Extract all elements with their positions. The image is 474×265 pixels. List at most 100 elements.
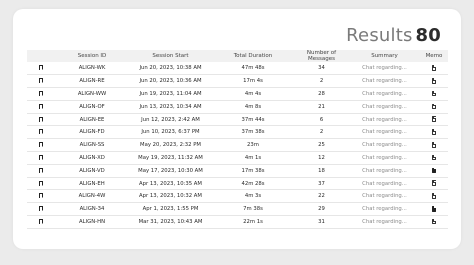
bookmark-icon[interactable] — [39, 180, 44, 187]
number-of-messages-cell: 12 — [318, 154, 325, 161]
bookmark-icon[interactable] — [39, 103, 44, 110]
memo-cell[interactable] — [420, 164, 448, 177]
table-row[interactable]: ALIGN-OF Jun 13, 2023, 10:34 AM 4m 8s 21 Cha… — [27, 100, 448, 114]
bookmark-cell[interactable] — [27, 126, 55, 139]
memo-cell[interactable] — [420, 75, 448, 88]
bookmark-icon[interactable] — [39, 154, 44, 161]
summary-cell[interactable]: Chat regarding... — [349, 113, 420, 126]
bookmark-cell[interactable] — [27, 164, 55, 177]
memo-cell[interactable] — [420, 126, 448, 139]
memo-cell[interactable] — [420, 100, 448, 113]
bookmark-icon[interactable] — [39, 116, 44, 123]
table-row[interactable]: ALIGN-EE Jun 12, 2023, 2:42 AM 37m 44s 6 Cha… — [27, 113, 448, 126]
memo-cell[interactable] — [420, 152, 448, 165]
total-duration-cell: 4m 4s — [244, 90, 262, 97]
summary-cell[interactable]: Chat regarding... — [349, 139, 420, 152]
summary-cell[interactable]: Chat regarding... — [349, 75, 420, 88]
bookmark-cell[interactable] — [27, 203, 55, 216]
header-number-of-messages[interactable]: Number of Messages — [294, 50, 349, 62]
bookmark-icon[interactable] — [39, 142, 44, 149]
number-of-messages-cell: 22 — [318, 193, 325, 200]
document-outline-icon[interactable] — [431, 218, 437, 225]
document-outline-icon[interactable] — [431, 180, 437, 186]
summary-cell[interactable]: Chat regarding... — [349, 100, 420, 113]
session-start-cell: May 17, 2023, 10:30 AM — [138, 167, 203, 174]
bookmark-icon[interactable] — [39, 206, 44, 213]
header-session-id[interactable]: Session ID — [55, 50, 129, 62]
bookmark-cell[interactable] — [27, 190, 55, 203]
table-row[interactable]: ALIGN-4W Apr 13, 2023, 10:32 AM 4m 3s 22 Cha… — [27, 190, 448, 203]
memo-cell[interactable] — [420, 203, 448, 216]
header-memo: Memo — [425, 53, 443, 59]
table-row[interactable]: ALIGN-RE Jun 20, 2023, 10:36 AM 17m 4s 2 Cha… — [27, 75, 448, 88]
table-row[interactable]: ALIGN-EH Apr 13, 2023, 10:35 AM 42m 28s 37 C… — [27, 177, 448, 190]
header-session-start[interactable]: Session Start — [129, 50, 212, 62]
bookmark-icon[interactable] — [39, 65, 44, 72]
memo-cell[interactable] — [420, 88, 448, 101]
total-duration-cell: 7m 38s — [243, 206, 263, 213]
number-of-messages-cell: 34 — [318, 65, 325, 72]
memo-cell[interactable] — [420, 190, 448, 203]
header-total-duration[interactable]: Total Duration — [212, 50, 294, 62]
memo-cell[interactable] — [420, 216, 448, 229]
session-id-cell: ALIGN-34 — [79, 206, 105, 213]
bookmark-cell[interactable] — [27, 75, 55, 88]
bookmark-cell[interactable] — [27, 113, 55, 126]
summary-cell[interactable]: Chat regarding... — [349, 164, 420, 177]
bookmark-icon[interactable] — [39, 167, 44, 174]
total-duration-cell: 37m 38s — [241, 129, 265, 136]
bookmark-cell[interactable] — [27, 216, 55, 229]
table-row[interactable]: ALIGN-34 Apr 1, 2023, 1:55 PM 7m 38s 29 Chat… — [27, 203, 448, 216]
bookmark-cell[interactable] — [27, 88, 55, 101]
document-filled-icon[interactable] — [431, 167, 437, 174]
session-id-cell: ALIGN-4W — [78, 193, 106, 200]
total-duration-cell: 4m 1s — [244, 154, 262, 161]
table-row[interactable]: ALIGN-FD Jun 10, 2023, 6:37 PM 37m 38s 2 Cha… — [27, 126, 448, 139]
document-outline-icon[interactable] — [431, 129, 437, 135]
number-of-messages-cell: 25 — [318, 142, 325, 149]
memo-cell[interactable] — [420, 62, 448, 75]
memo-cell[interactable] — [420, 139, 448, 152]
bookmark-icon[interactable] — [39, 90, 44, 97]
session-start-cell: Jun 20, 2023, 10:38 AM — [139, 65, 202, 72]
summary-cell[interactable]: Chat regarding... — [349, 62, 420, 75]
summary-cell[interactable]: Chat regarding... — [349, 88, 420, 101]
bookmark-cell[interactable] — [27, 139, 55, 152]
document-filled-icon[interactable] — [431, 206, 437, 212]
summary-cell[interactable]: Chat regarding... — [349, 216, 420, 229]
bookmark-cell[interactable] — [27, 177, 55, 190]
table-row[interactable]: ALIGN-VD May 17, 2023, 10:30 AM 17m 38s 18 C… — [27, 164, 448, 178]
bookmark-icon[interactable] — [39, 129, 44, 136]
bookmark-cell[interactable] — [27, 62, 55, 75]
session-start-cell: Jun 12, 2023, 2:42 AM — [141, 116, 200, 123]
sessions-table: Session ID Session Start Total Duration … — [27, 50, 448, 229]
summary-cell[interactable]: Chat regarding... — [349, 126, 420, 139]
table-row[interactable]: ALIGN-SS May 20, 2023, 2:32 PM 23m 25 Chat r… — [27, 139, 448, 152]
document-outline-icon[interactable] — [431, 193, 437, 199]
document-outline-icon[interactable] — [431, 90, 437, 97]
document-outline-icon[interactable] — [431, 65, 437, 71]
document-outline-icon[interactable] — [431, 154, 437, 161]
table-row[interactable]: ALIGN-WK Jun 20, 2023, 10:38 AM 47m 48s 34 C… — [27, 62, 448, 75]
document-outline-icon[interactable] — [431, 116, 437, 122]
bookmark-icon[interactable] — [39, 218, 44, 225]
bookmark-cell[interactable] — [27, 100, 55, 113]
results-count-header: Results 80 — [346, 25, 441, 46]
summary-cell[interactable]: Chat regarding... — [349, 203, 420, 216]
memo-cell[interactable] — [420, 177, 448, 190]
document-outline-icon[interactable] — [431, 103, 437, 110]
memo-cell[interactable] — [420, 113, 448, 126]
summary-cell[interactable]: Chat regarding... — [349, 177, 420, 190]
table-row[interactable]: ALIGN-XD May 19, 2023, 11:32 AM 4m 1s 12 Cha… — [27, 152, 448, 165]
document-outline-icon[interactable] — [431, 142, 437, 148]
summary-cell[interactable]: Chat regarding... — [349, 152, 420, 165]
table-row[interactable]: ALIGN-HN Mar 31, 2023, 10:43 AM 22m 1s 31 Ch… — [27, 216, 448, 229]
bookmark-icon[interactable] — [39, 78, 44, 85]
table-row[interactable]: ALIGN-WW Jun 19, 2023, 11:04 AM 4m 4s 28 Cha… — [27, 88, 448, 101]
bookmark-cell[interactable] — [27, 152, 55, 165]
number-of-messages-cell: 21 — [318, 103, 325, 110]
summary-cell[interactable]: Chat regarding... — [349, 190, 420, 203]
bookmark-icon[interactable] — [39, 193, 44, 200]
document-outline-icon[interactable] — [431, 78, 437, 84]
session-id-cell: ALIGN-RE — [79, 78, 105, 85]
